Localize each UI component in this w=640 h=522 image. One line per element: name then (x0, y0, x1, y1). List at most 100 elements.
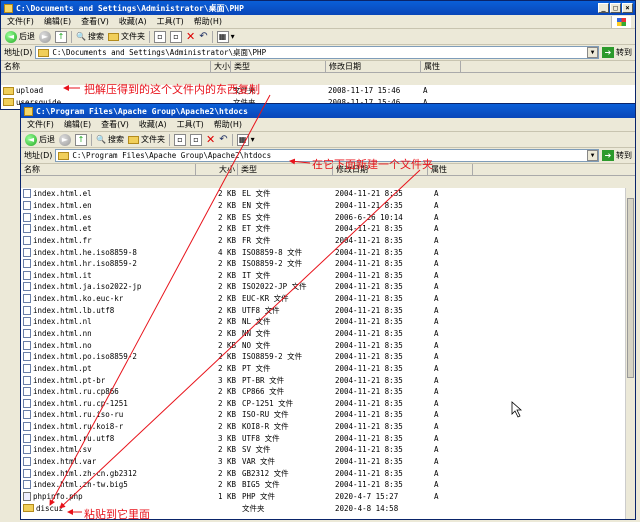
menu-favorites[interactable]: 收藏(A) (139, 119, 167, 130)
table-row[interactable]: index.html.he.iso8859-8 4 KB ISO8859-8 文件 2… (21, 246, 625, 258)
table-row[interactable]: index.html.ru.cp-1251 2 KB CP-1251 文件 2004-… (21, 398, 625, 410)
copy-to-button[interactable]: ▫ (169, 30, 182, 43)
copy-to-button[interactable]: ▫ (189, 133, 202, 146)
file-type: CP866 文件 (242, 387, 285, 397)
menu-view[interactable]: 查看(V) (81, 16, 109, 27)
menu-tools[interactable]: 工具(T) (157, 16, 184, 27)
file-date: 2004-11-21 8:35 (335, 480, 403, 490)
forward-button[interactable]: ► (39, 30, 51, 43)
back-address-input[interactable]: C:\Documents and Settings\Administrator\… (35, 46, 599, 59)
file-date: 2004-11-21 8:35 (335, 317, 403, 327)
back-button[interactable]: ◄ 后退 (25, 133, 55, 146)
folders-button[interactable]: 文件夹 (127, 134, 165, 145)
folders-button[interactable]: 文件夹 (107, 31, 145, 42)
column-size[interactable]: 大小 (196, 164, 238, 175)
file-name: index.html.ja.iso2022-jp (33, 282, 142, 292)
file-type: UTF8 文件 (242, 305, 280, 315)
file-icon (23, 445, 31, 455)
forward-button[interactable]: ► (59, 133, 71, 146)
back-title-bar[interactable]: C:\Documents and Settings\Administrator\… (1, 1, 635, 15)
scrollbar-thumb[interactable] (627, 198, 634, 378)
table-row[interactable]: index.html.var 3 KB VAR 文件 2004-11-21 8:35 A (21, 456, 625, 468)
go-button[interactable]: ➔ 转到 (602, 47, 632, 58)
back-button[interactable]: ◄ 后退 (5, 30, 35, 43)
table-row[interactable]: index.html.ja.iso2022-jp 2 KB ISO2022-JP 文… (21, 281, 625, 293)
file-size: 2 KB (217, 340, 236, 350)
table-row[interactable]: index.html.ru.utf8 3 KB UTF8 文件 2004-11-21 … (21, 432, 625, 444)
views-button[interactable]: ▦ ▾ (216, 30, 235, 43)
search-button[interactable]: 🔍 搜索 (76, 31, 104, 42)
move-to-button[interactable]: ▫ (153, 30, 166, 43)
file-size: 2 KB (217, 305, 236, 315)
table-row[interactable]: index.html.zh-cn.gb2312 2 KB GB2312 文件 2004… (21, 467, 625, 479)
undo-button[interactable]: ↶ (199, 31, 207, 42)
table-row[interactable]: phpinfo.php 1 KB PHP 文件 2020-4-7 15:27 A (21, 491, 625, 503)
file-attr: A (434, 352, 439, 362)
file-name: index.html.no (33, 340, 92, 350)
close-button[interactable]: × (622, 3, 633, 13)
table-row[interactable]: index.html.ko.euc-kr 2 KB EUC-KR 文件 2004-11… (21, 293, 625, 305)
table-row[interactable]: index.html.et 2 KB ET 文件 2004-11-21 8:35 A (21, 223, 625, 235)
menu-file[interactable]: 文件(F) (27, 119, 54, 130)
column-attr[interactable]: 属性 (421, 61, 461, 72)
move-to-button[interactable]: ▫ (173, 133, 186, 146)
file-name: index.html.fr (33, 235, 92, 245)
front-title-bar[interactable]: C:\Program Files\Apache Group\Apache2\ht… (21, 104, 635, 118)
table-row[interactable]: index.html.el 2 KB EL 文件 2004-11-21 8:35 A (21, 188, 625, 200)
up-button[interactable]: ↑ (55, 30, 67, 43)
file-attr: A (434, 317, 439, 327)
table-row[interactable]: index.html.sv 2 KB SV 文件 2004-11-21 8:35 A (21, 444, 625, 456)
file-size: 2 KB (217, 422, 236, 432)
file-date: 2004-11-21 8:35 (335, 224, 403, 234)
maximize-button[interactable]: □ (610, 3, 621, 13)
table-row[interactable]: index.html.no 2 KB NO 文件 2004-11-21 8:35 A (21, 339, 625, 351)
column-size[interactable]: 大小 (211, 61, 231, 72)
undo-button[interactable]: ↶ (219, 134, 227, 145)
search-button[interactable]: 🔍 搜索 (96, 134, 124, 145)
file-attr: A (434, 480, 439, 490)
up-button[interactable]: ↑ (75, 133, 87, 146)
table-row[interactable]: index.html.po.iso8859-2 2 KB ISO8859-2 文件 2… (21, 351, 625, 363)
table-row[interactable]: index.html.lb.utf8 2 KB UTF8 文件 2004-11-21 … (21, 304, 625, 316)
table-row[interactable]: index.html.nn 2 KB NN 文件 2004-11-21 8:35 A (21, 328, 625, 340)
menu-edit[interactable]: 编辑(E) (64, 119, 91, 130)
table-row[interactable]: index.html.fr 2 KB FR 文件 2004-11-21 8:35 A (21, 235, 625, 247)
menu-help[interactable]: 帮助(H) (214, 119, 242, 130)
views-button[interactable]: ▦ ▾ (236, 133, 255, 146)
go-button[interactable]: ➔ 转到 (602, 150, 632, 161)
file-date: 2004-11-21 8:35 (335, 329, 403, 338)
back-column-headers: 名称 大小 类型 修改日期 属性 (1, 61, 635, 73)
address-dropdown-arrow[interactable]: ▼ (587, 47, 598, 58)
delete-button[interactable]: ✕ (186, 30, 195, 43)
table-row[interactable]: index.html.ru.koi8-r 2 KB KOI8-R 文件 2004-11… (21, 421, 625, 433)
column-name[interactable]: 名称 (21, 164, 196, 175)
table-row[interactable]: index.html.pt 2 KB PT 文件 2004-11-21 8:35 A (21, 363, 625, 375)
table-row[interactable]: index.html.ru.cp866 2 KB CP866 文件 2004-11-2… (21, 386, 625, 398)
table-row[interactable]: index.html.it 2 KB IT 文件 2004-11-21 8:35 A (21, 269, 625, 281)
table-row[interactable]: index.html.nl 2 KB NL 文件 2004-11-21 8:35 A (21, 316, 625, 328)
menu-view[interactable]: 查看(V) (101, 119, 129, 130)
table-row[interactable]: index.html.en 2 KB EN 文件 2004-11-21 8:35 A (21, 200, 625, 212)
table-row[interactable]: index.html.pt-br 3 KB PT-BR 文件 2004-11-21 8… (21, 374, 625, 386)
table-row[interactable]: index.html.es 2 KB ES 文件 2006-6-26 10:14 A (21, 211, 625, 223)
menu-file[interactable]: 文件(F) (7, 16, 34, 27)
folders-icon (107, 32, 119, 41)
table-row[interactable]: index.html.zh-tw.big5 2 KB BIG5 文件 2004-11-… (21, 479, 625, 491)
table-row[interactable]: index.html.ru.iso-ru 2 KB ISO-RU 文件 2004-11… (21, 409, 625, 421)
address-dropdown-arrow[interactable]: ▼ (587, 150, 598, 161)
menu-help[interactable]: 帮助(H) (194, 16, 222, 27)
menu-tools[interactable]: 工具(T) (177, 119, 204, 130)
column-date[interactable]: 修改日期 (326, 61, 421, 72)
menu-favorites[interactable]: 收藏(A) (119, 16, 147, 27)
toolbar-separator (168, 133, 170, 146)
table-row[interactable]: index.html.hr.iso8859-2 2 KB ISO8859-2 文件 2… (21, 258, 625, 270)
menu-edit[interactable]: 编辑(E) (44, 16, 71, 27)
delete-button[interactable]: ✕ (206, 133, 215, 146)
column-name[interactable]: 名称 (1, 61, 211, 72)
file-name: index.html.he.iso8859-8 (33, 247, 137, 257)
column-type[interactable]: 类型 (231, 61, 326, 72)
file-size: 2 KB (217, 235, 236, 245)
column-attr[interactable]: 属性 (428, 164, 473, 175)
vertical-scrollbar[interactable] (625, 188, 635, 519)
minimize-button[interactable]: _ (598, 3, 609, 13)
